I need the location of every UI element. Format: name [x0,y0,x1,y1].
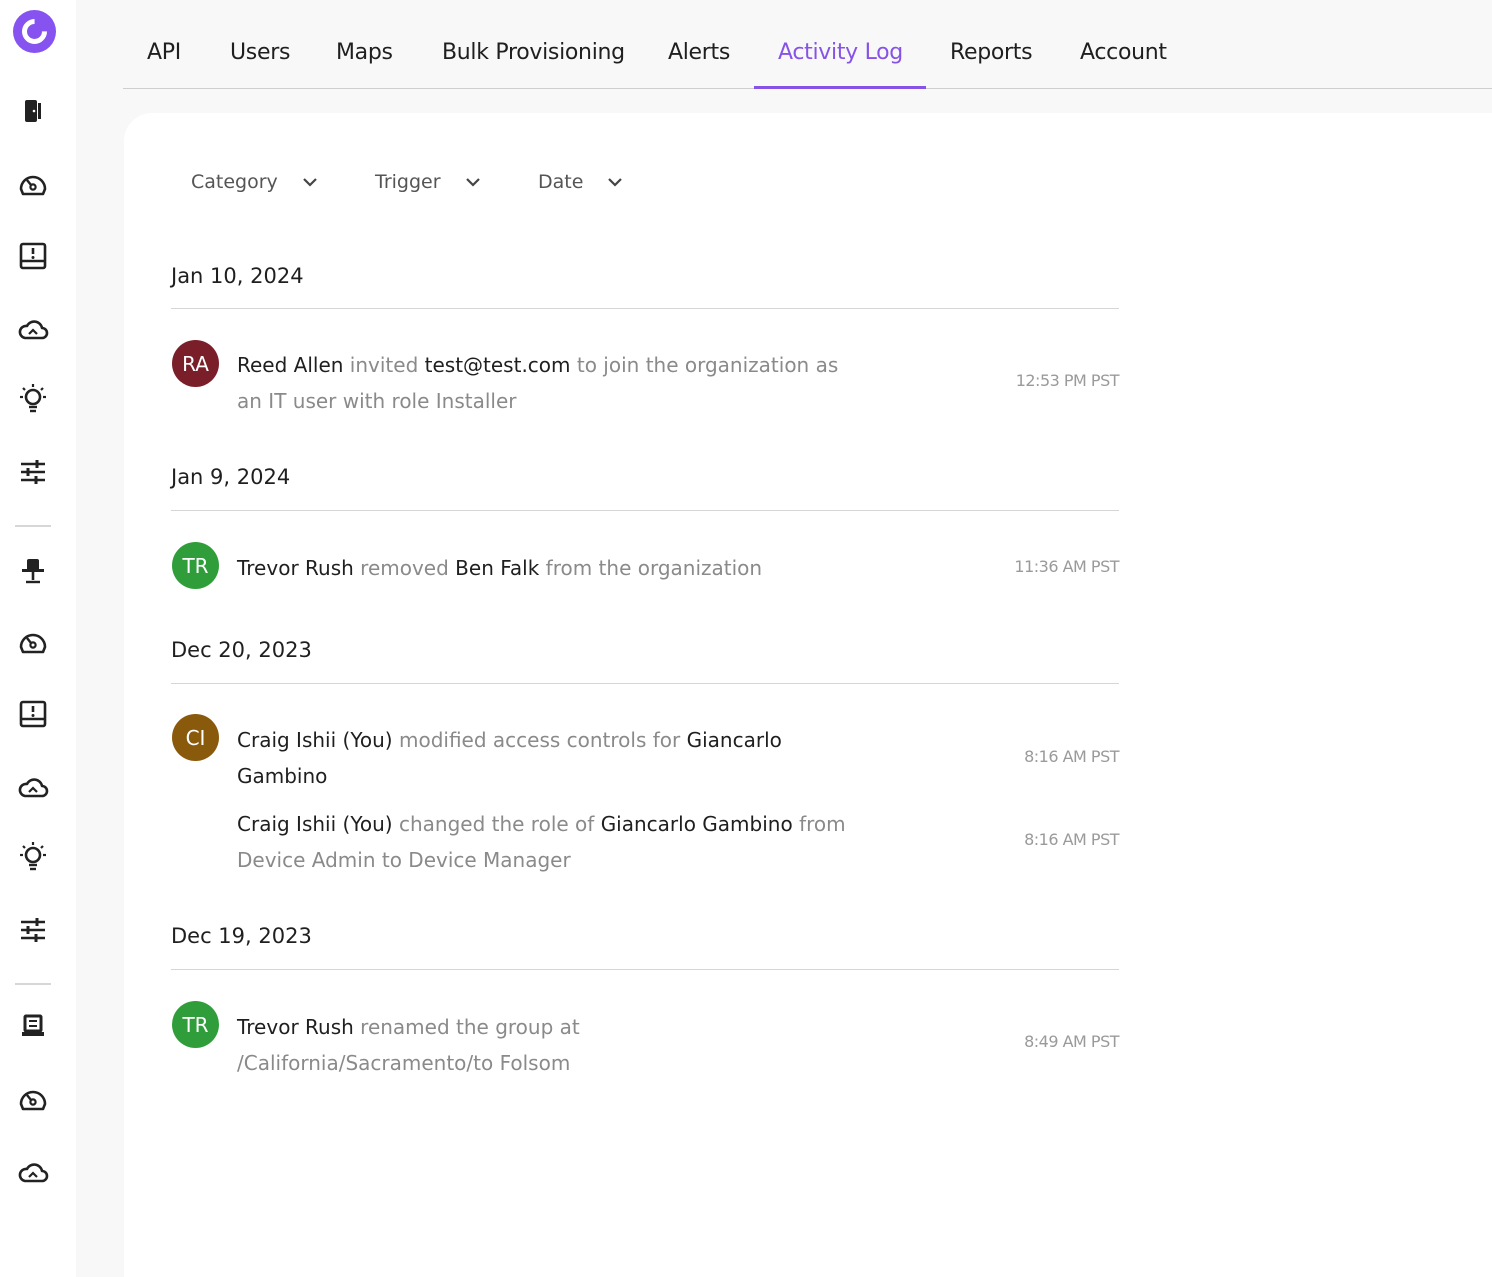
category-filter-label: Category [191,171,278,193]
trigger-filter-label: Trigger [375,171,441,193]
avatar[interactable]: RA [172,340,219,387]
entry-timestamp: 12:53 PM PST [1015,371,1120,390]
tab-account[interactable]: Account [1080,40,1167,88]
sidebar [0,0,76,1277]
tab-api[interactable]: API [147,40,181,88]
top-tab-bar: API Users Maps Bulk Provisioning Alerts … [123,0,1492,89]
chevron-down-icon [465,178,480,187]
date-group-heading: Dec 19, 2023 [171,924,312,948]
date-group-heading: Dec 20, 2023 [171,638,312,662]
divider [171,510,1119,511]
sliders-icon[interactable] [14,911,52,949]
log-entry-text: Reed Allen invited test@test.com to join… [237,347,847,419]
entry-timestamp: 8:49 AM PST [1024,1032,1119,1051]
date-group-heading: Jan 10, 2024 [171,264,304,288]
tab-users[interactable]: Users [230,40,290,88]
lightbulb-icon[interactable] [14,838,52,876]
chevron-down-icon [303,178,317,187]
door-icon[interactable] [14,92,52,130]
logo-icon[interactable] [13,10,56,53]
log-entry-text: Trevor Rush removed Ben Falk from the or… [237,550,847,586]
action-verb: removed [360,556,449,580]
activity-log-panel: Category Trigger Date Jan 10, 2024 RA Re… [124,113,1492,1277]
entry-timestamp: 11:36 AM PST [1014,557,1119,576]
chevron-down-icon [608,178,623,187]
actor-name[interactable]: Reed Allen [237,353,343,377]
avatar[interactable]: TR [172,1001,219,1048]
avatar[interactable]: CI [172,714,219,761]
cloud-icon[interactable] [14,768,52,806]
cloud-icon[interactable] [14,1153,52,1191]
lightbulb-icon[interactable] [14,380,52,418]
target-name[interactable]: Giancarlo Gambino [601,812,793,836]
actor-name[interactable]: Trevor Rush [237,556,354,580]
actor-name[interactable]: Craig Ishii (You) [237,728,393,752]
alert-inbox-icon[interactable] [14,695,52,733]
date-filter-label: Date [538,171,584,193]
date-group-heading: Jan 9, 2024 [171,465,291,489]
target-name[interactable]: Ben Falk [455,556,539,580]
action-verb: renamed the group at [360,1015,580,1039]
sidebar-divider [15,983,51,985]
laptop-icon[interactable] [14,1007,52,1045]
actor-name[interactable]: Trevor Rush [237,1015,354,1039]
gauge-icon[interactable] [14,623,52,661]
action-verb: changed the role of [398,812,595,836]
gauge-icon[interactable] [14,1080,52,1118]
desk-chair-icon[interactable] [14,551,52,589]
divider [171,308,1119,309]
action-detail: from the organization [545,556,763,580]
divider [171,683,1119,684]
sidebar-divider [15,525,51,527]
entry-timestamp: 8:16 AM PST [1024,747,1119,766]
alert-inbox-icon[interactable] [14,237,52,275]
date-filter-dropdown[interactable]: Date [538,171,625,193]
log-entry-text: Trevor Rush renamed the group at /Califo… [237,1009,847,1081]
tab-reports[interactable]: Reports [950,40,1033,88]
tab-activity-log[interactable]: Activity Log [778,40,903,88]
log-entry-text: Craig Ishii (You) changed the role of Gi… [237,806,847,878]
tab-alerts[interactable]: Alerts [668,40,730,88]
actor-name[interactable]: Craig Ishii (You) [237,812,393,836]
sliders-icon[interactable] [14,453,52,491]
gauge-icon[interactable] [14,165,52,203]
tab-bulk-provisioning[interactable]: Bulk Provisioning [442,40,625,88]
active-tab-indicator [754,86,926,89]
target-name[interactable]: test@test.com [425,353,571,377]
entry-timestamp: 8:16 AM PST [1024,830,1119,849]
cloud-icon[interactable] [14,310,52,348]
action-verb: invited [349,353,419,377]
action-detail: /California/Sacramento/to Folsom [237,1051,571,1075]
action-verb: modified access controls for [398,728,681,752]
category-filter-dropdown[interactable]: Category [191,171,320,193]
trigger-filter-dropdown[interactable]: Trigger [375,171,483,193]
tab-maps[interactable]: Maps [336,40,393,88]
log-entry-text: Craig Ishii (You) modified access contro… [237,722,847,794]
avatar[interactable]: TR [172,542,219,589]
divider [171,969,1119,970]
